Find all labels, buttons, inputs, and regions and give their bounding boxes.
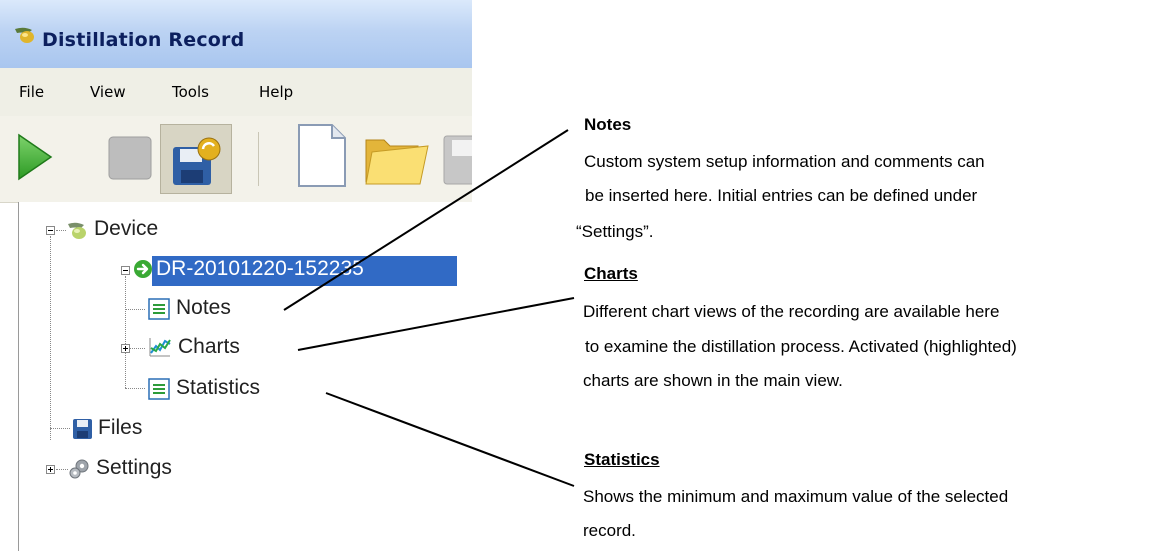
annotation-charts-title: Charts	[584, 264, 638, 283]
annotation-statistics-line: Shows the minimum and maximum value of t…	[583, 487, 1009, 506]
callout-line-statistics	[325, 392, 575, 487]
callout-line-notes	[283, 129, 569, 311]
annotation-charts-line: to examine the distillation process. Act…	[585, 337, 1017, 356]
callout-lines	[283, 129, 575, 487]
annotation-notes-line: be inserted here. Initial entries can be…	[585, 186, 978, 205]
annotation-notes-title: Notes	[584, 115, 632, 134]
callout-line-charts	[297, 297, 575, 351]
annotation-statistics-line: record.	[583, 521, 636, 540]
annotation-statistics-title: Statistics	[584, 450, 660, 469]
annotation-charts-line: charts are shown in the main view.	[583, 371, 843, 390]
annotation-notes-line: Custom system setup information and comm…	[584, 152, 985, 171]
annotation-charts-line: Different chart views of the recording a…	[583, 302, 1000, 321]
annotation-notes-line: “Settings”.	[576, 222, 654, 241]
